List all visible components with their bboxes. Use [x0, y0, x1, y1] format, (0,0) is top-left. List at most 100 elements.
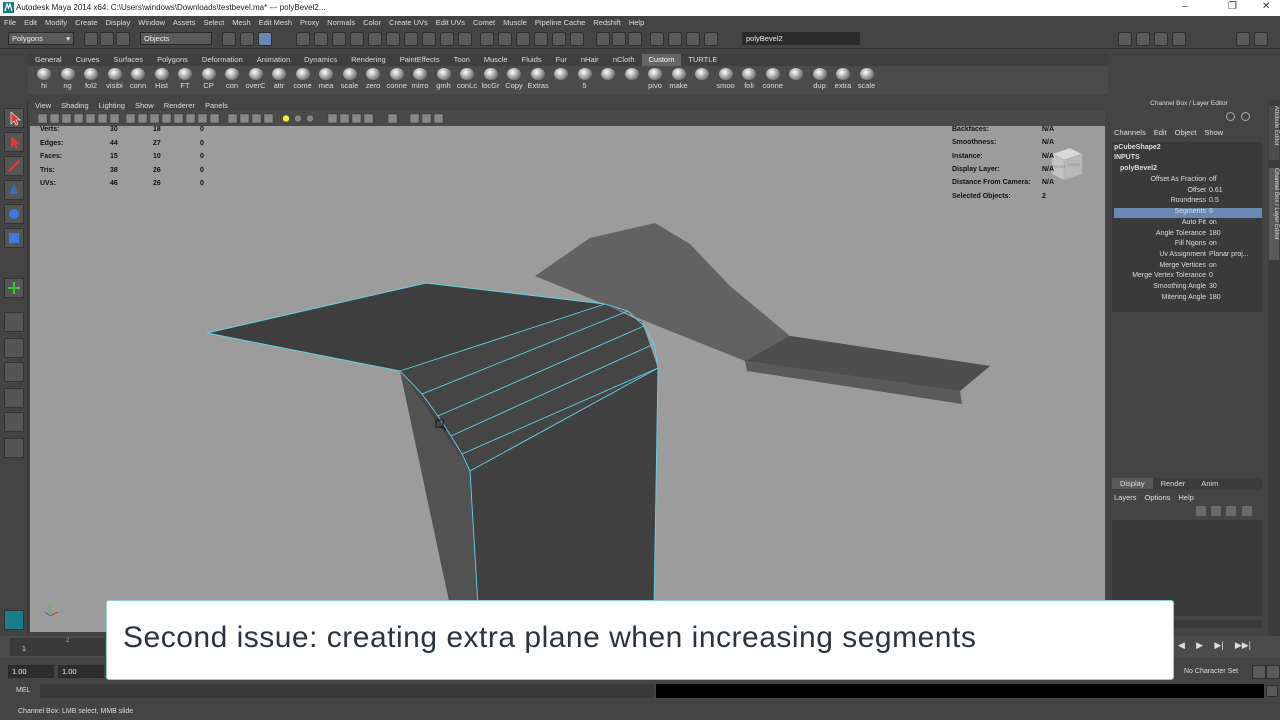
layer-menu-help[interactable]: Help	[1174, 493, 1197, 502]
shelf-tab-dynamics[interactable]: Dynamics	[297, 54, 344, 66]
shelf-button[interactable]: gmh	[434, 68, 454, 90]
attribute-row[interactable]: Roundness 0.5	[1114, 197, 1262, 207]
layer-menu-options[interactable]: Options	[1141, 493, 1175, 502]
panel-menu-lighting[interactable]: Lighting	[94, 100, 130, 111]
channel-menu-object[interactable]: Object	[1171, 128, 1201, 137]
panel-menu-shading[interactable]: Shading	[56, 100, 94, 111]
shelf-tab-curves[interactable]: Curves	[69, 54, 107, 66]
attribute-value[interactable]: 30	[1209, 283, 1217, 290]
new-layer-selected-icon[interactable]	[1211, 506, 1222, 516]
layer-option-2-icon[interactable]	[1241, 506, 1252, 516]
attribute-row[interactable]: Smoothing Angle 30	[1114, 283, 1262, 293]
shelf-tab-custom[interactable]: Custom	[641, 54, 682, 66]
selection-mode-dropdown[interactable]: Objects	[140, 32, 212, 45]
shelf-button[interactable]: conne	[387, 68, 407, 90]
time-ruler[interactable]: 1 2	[10, 638, 105, 656]
auto-key-icon[interactable]	[1252, 665, 1266, 679]
attribute-value[interactable]: off	[1209, 176, 1217, 183]
move-tool-icon[interactable]	[4, 180, 24, 200]
attribute-value[interactable]: 180	[1209, 294, 1221, 301]
menu-proxy[interactable]: Proxy	[296, 16, 323, 27]
attribute-row[interactable]: Offset As Fraction off	[1114, 176, 1262, 186]
shelf-tab-rendering[interactable]: Rendering	[344, 54, 393, 66]
layout-2-icon[interactable]	[1254, 32, 1268, 46]
shelf-button[interactable]: dup	[810, 68, 830, 90]
lasso-tool-icon[interactable]	[4, 132, 24, 152]
go-to-end-icon[interactable]: ▶▶|	[1235, 640, 1251, 650]
menu-redshift[interactable]: Redshift	[589, 16, 625, 27]
menu-comet[interactable]: Comet	[469, 16, 499, 27]
shelf-tab-turtle[interactable]: TURTLE	[681, 54, 724, 66]
shelf-tab-general[interactable]: General	[28, 54, 69, 66]
shelf-button[interactable]: zero	[363, 68, 383, 90]
menu-create[interactable]: Create	[71, 16, 102, 27]
shelf-button[interactable]: con	[222, 68, 242, 90]
shelf-button[interactable]: make	[669, 68, 689, 90]
shelf-tab-painteffects[interactable]: PaintEffects	[393, 54, 447, 66]
ipr-render-icon[interactable]	[628, 32, 642, 46]
show-tool-settings-icon[interactable]	[1154, 32, 1168, 46]
attribute-value[interactable]: 6	[1209, 208, 1213, 215]
selection-lock-icon[interactable]	[458, 32, 472, 46]
magnet-4-icon[interactable]	[534, 32, 548, 46]
select-tool-icon[interactable]	[4, 108, 24, 128]
settings-icon[interactable]	[1226, 112, 1235, 121]
save-scene-icon[interactable]	[116, 32, 130, 46]
shelf-tab-toon[interactable]: Toon	[447, 54, 477, 66]
open-scene-icon[interactable]	[100, 32, 114, 46]
attribute-editor-tab[interactable]: Attribute Editor	[1269, 106, 1279, 160]
render-settings-icon[interactable]	[650, 32, 664, 46]
shelf-button[interactable]: CP	[199, 68, 219, 90]
shelf-button[interactable]: scale	[340, 68, 360, 90]
shelf-button[interactable]: conLc	[457, 68, 477, 90]
menu-window[interactable]: Window	[134, 16, 169, 27]
attribute-row[interactable]: Merge Vertices on	[1114, 262, 1262, 272]
layer-tab-render[interactable]: Render	[1153, 478, 1194, 489]
attribute-row[interactable]: Segments 6	[1114, 208, 1262, 219]
shelf-tab-ncloth[interactable]: nCloth	[606, 54, 642, 66]
shelf-button[interactable]: pivo	[645, 68, 665, 90]
menu-normals[interactable]: Normals	[323, 16, 359, 27]
attribute-row[interactable]: Mitering Angle 180	[1114, 294, 1262, 304]
shelf-button[interactable]: smoo	[716, 68, 736, 90]
shelf-button[interactable]: fol2	[81, 68, 101, 90]
maya-home-icon[interactable]	[4, 610, 24, 630]
magnet-6-icon[interactable]	[570, 32, 584, 46]
attribute-row[interactable]: Fill Ngons on	[1114, 240, 1262, 250]
menu-modify[interactable]: Modify	[41, 16, 71, 27]
shelf-button[interactable]: mirro	[410, 68, 430, 90]
manipulator-tool-icon[interactable]	[4, 278, 24, 298]
show-attribute-editor-icon[interactable]	[1136, 32, 1150, 46]
attribute-value[interactable]: on	[1209, 262, 1217, 269]
play-icon[interactable]: ▶	[1196, 640, 1203, 650]
anim-prefs-icon[interactable]	[1266, 665, 1280, 679]
show-channel-box-icon[interactable]	[1172, 32, 1186, 46]
shelf-tab-deformation[interactable]: Deformation	[195, 54, 250, 66]
menu-help[interactable]: Help	[625, 16, 648, 27]
attribute-value[interactable]: 0.61	[1209, 187, 1223, 194]
panel-menu-view[interactable]: View	[30, 100, 56, 111]
shelf-button[interactable]: foli	[739, 68, 759, 90]
attribute-row[interactable]: Uv Assignment Planar proj...	[1114, 251, 1262, 261]
persp-outliner-icon[interactable]	[4, 438, 24, 458]
attribute-row[interactable]: Offset 0.61	[1114, 187, 1262, 197]
attribute-row[interactable]: Merge Vertex Tolerance 0	[1114, 272, 1262, 282]
menu-muscle[interactable]: Muscle	[499, 16, 531, 27]
mel-label[interactable]: MEL	[16, 687, 30, 694]
shelf-button[interactable]: mea	[316, 68, 336, 90]
shelf-button[interactable]: visibi	[105, 68, 125, 90]
menu-create-uvs[interactable]: Create UVs	[385, 16, 432, 27]
shelf-button[interactable]: attr	[269, 68, 289, 90]
rotate-tool-icon[interactable]	[4, 204, 24, 224]
snap-surface-icon[interactable]	[368, 32, 382, 46]
menu-pipeline-cache[interactable]: Pipeline Cache	[531, 16, 589, 27]
camera-icon[interactable]	[686, 32, 700, 46]
attribute-value[interactable]: 0.5	[1209, 197, 1219, 204]
shelf-tab-muscle[interactable]: Muscle	[477, 54, 515, 66]
menu-edit-mesh[interactable]: Edit Mesh	[255, 16, 296, 27]
snap-grid-icon[interactable]	[296, 32, 310, 46]
help-icon[interactable]	[422, 32, 436, 46]
last-tool-icon[interactable]	[4, 312, 24, 332]
layer-tab-display[interactable]: Display	[1112, 478, 1153, 489]
side-by-side-icon[interactable]	[4, 388, 24, 408]
